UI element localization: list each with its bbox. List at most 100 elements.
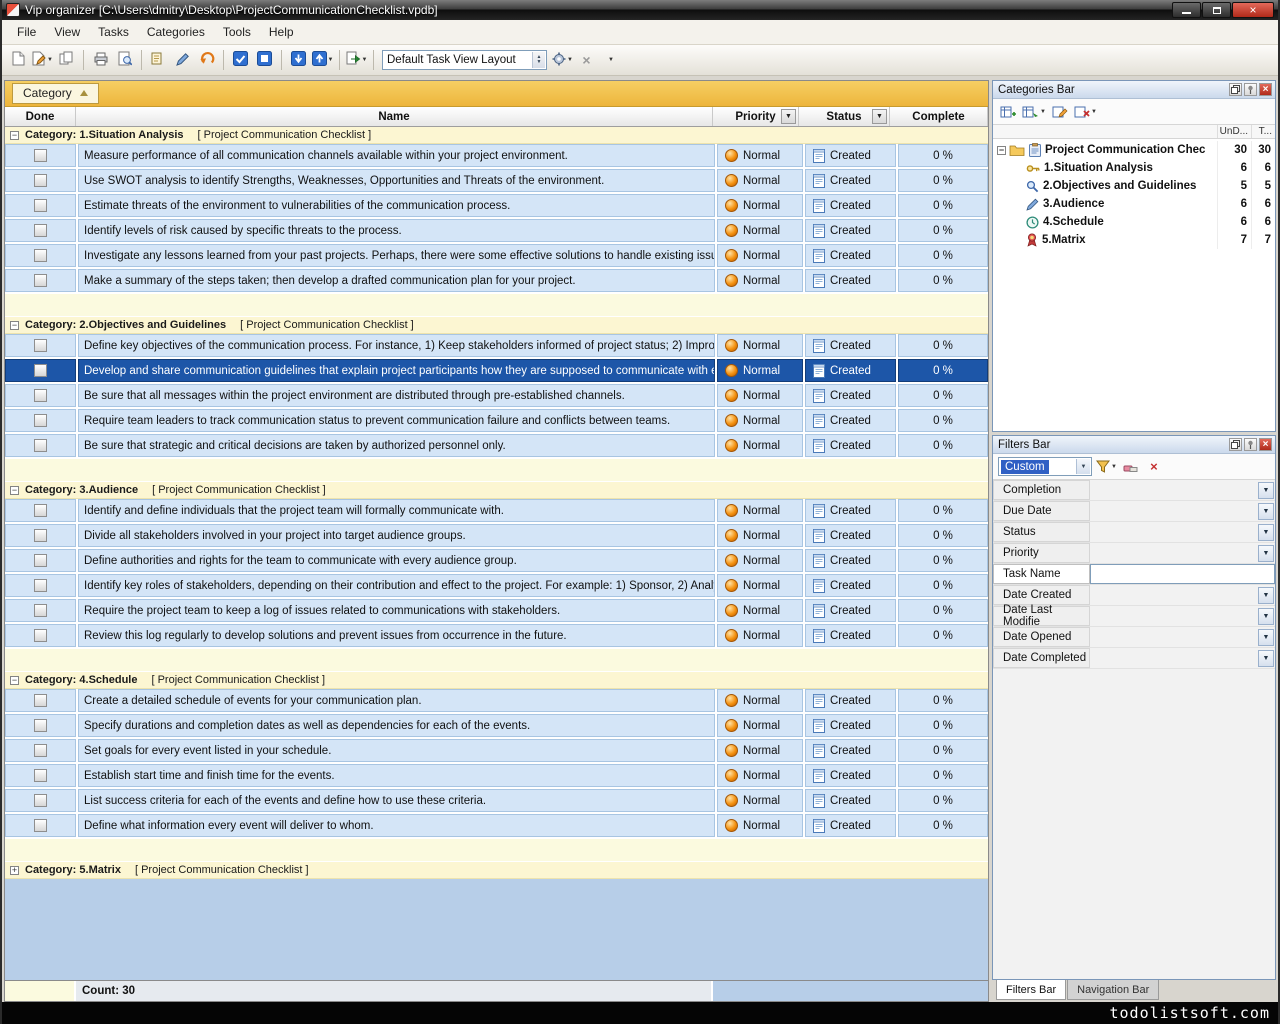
done-checkbox[interactable] <box>34 579 47 592</box>
priority-cell[interactable]: Normal <box>717 689 803 712</box>
done-checkbox[interactable] <box>34 794 47 807</box>
view-settings-button[interactable]: ▼ <box>551 49 574 72</box>
priority-cell[interactable]: Normal <box>717 169 803 192</box>
complete-cell[interactable]: 0 % <box>898 169 988 192</box>
status-cell[interactable]: Created <box>805 194 896 217</box>
chevron-down-icon[interactable]: ▼ <box>1258 545 1274 562</box>
menu-categories[interactable]: Categories <box>138 22 214 42</box>
toolbar-overflow-button[interactable]: ▼ <box>599 49 622 72</box>
category-tree-item[interactable]: 2.Objectives and Guidelines55 <box>993 177 1275 195</box>
done-checkbox[interactable] <box>34 149 47 162</box>
copy-task-button[interactable] <box>147 49 170 72</box>
collapse-icon[interactable]: − <box>10 676 19 685</box>
category-group-header[interactable]: −Category: 2.Objectives and Guidelines[ … <box>5 317 988 334</box>
priority-cell[interactable]: Normal <box>717 599 803 622</box>
task-name-cell[interactable]: Measure performance of all communication… <box>78 144 715 167</box>
column-header-priority[interactable]: Priority ▼ <box>713 107 799 126</box>
category-tree-item[interactable]: 1.Situation Analysis66 <box>993 159 1275 177</box>
filter-value[interactable]: ▼ <box>1090 585 1275 605</box>
column-header-status[interactable]: Status ▼ <box>799 107 890 126</box>
task-name-cell[interactable]: Define key objectives of the communicati… <box>78 334 715 357</box>
status-filter-button[interactable]: ▼ <box>872 109 887 124</box>
complete-cell[interactable]: 0 % <box>898 714 988 737</box>
mark-complete-button[interactable] <box>229 49 252 72</box>
done-checkbox[interactable] <box>34 439 47 452</box>
task-name-cell[interactable]: Define what information every event will… <box>78 814 715 837</box>
status-cell[interactable]: Created <box>805 689 896 712</box>
priority-cell[interactable]: Normal <box>717 624 803 647</box>
filter-row-date-created[interactable]: Date Created▼ <box>993 585 1275 606</box>
task-row[interactable]: Make a summary of the steps taken; then … <box>5 269 988 294</box>
print-preview-button[interactable] <box>113 49 136 72</box>
filter-row-priority[interactable]: Priority ▼ <box>993 543 1275 564</box>
task-row[interactable]: Establish start time and finish time for… <box>5 764 988 789</box>
chevron-down-icon[interactable]: ▼ <box>1258 503 1274 520</box>
collapse-icon[interactable]: − <box>10 131 19 140</box>
remove-filter-button[interactable]: × <box>1144 457 1164 477</box>
status-cell[interactable]: Created <box>805 169 896 192</box>
done-checkbox[interactable] <box>34 719 47 732</box>
category-tree-item[interactable]: 5.Matrix77 <box>993 231 1275 249</box>
add-subcategory-button[interactable]: ▼ <box>1021 102 1047 122</box>
complete-cell[interactable]: 0 % <box>898 194 988 217</box>
menu-view[interactable]: View <box>45 22 89 42</box>
complete-cell[interactable]: 0 % <box>898 499 988 522</box>
priority-cell[interactable]: Normal <box>717 144 803 167</box>
close-panel-button[interactable]: × <box>1259 83 1272 96</box>
filter-row-status[interactable]: Status▼ <box>993 522 1275 543</box>
done-checkbox[interactable] <box>34 174 47 187</box>
task-name-cell[interactable]: Estimate threats of the environment to v… <box>78 194 715 217</box>
done-checkbox[interactable] <box>34 414 47 427</box>
task-row[interactable]: Set goals for every event listed in your… <box>5 739 988 764</box>
filter-label[interactable]: Priority <box>993 543 1090 563</box>
complete-cell[interactable]: 0 % <box>898 244 988 267</box>
filter-label[interactable]: Due Date <box>993 501 1090 521</box>
pin-panel-button[interactable] <box>1244 83 1257 96</box>
task-row[interactable]: Use SWOT analysis to identify Strengths,… <box>5 169 988 194</box>
priority-cell[interactable]: Normal <box>717 434 803 457</box>
chevron-down-icon[interactable]: ▼ <box>1258 608 1274 625</box>
filter-value[interactable]: ▼ <box>1090 543 1275 563</box>
status-cell[interactable]: Created <box>805 624 896 647</box>
priority-cell[interactable]: Normal <box>717 789 803 812</box>
priority-cell[interactable]: Normal <box>717 384 803 407</box>
collapse-icon[interactable]: − <box>997 146 1006 155</box>
category-tree-item[interactable]: 3.Audience66 <box>993 195 1275 213</box>
complete-cell[interactable]: 0 % <box>898 814 988 837</box>
status-cell[interactable]: Created <box>805 244 896 267</box>
priority-cell[interactable]: Normal <box>717 739 803 762</box>
done-checkbox[interactable] <box>34 389 47 402</box>
menu-tools[interactable]: Tools <box>214 22 260 42</box>
status-cell[interactable]: Created <box>805 499 896 522</box>
move-up-button[interactable]: ▼ <box>311 49 334 72</box>
complete-cell[interactable]: 0 % <box>898 269 988 292</box>
tab-navigation-bar[interactable]: Navigation Bar <box>1067 980 1159 1000</box>
category-tree-item[interactable]: 4.Schedule66 <box>993 213 1275 231</box>
filter-value[interactable]: ▼ <box>1090 522 1275 542</box>
task-row[interactable]: Estimate threats of the environment to v… <box>5 194 988 219</box>
task-name-cell[interactable]: Be sure that strategic and critical deci… <box>78 434 715 457</box>
group-by-category-tab[interactable]: Category <box>12 83 99 104</box>
complete-cell[interactable]: 0 % <box>898 434 988 457</box>
task-name-cell[interactable]: Be sure that all messages within the pro… <box>78 384 715 407</box>
filter-row-date-opened[interactable]: Date Opened▼ <box>993 627 1275 648</box>
priority-cell[interactable]: Normal <box>717 219 803 242</box>
filter-label[interactable]: Status <box>993 522 1090 542</box>
tab-filters-bar[interactable]: Filters Bar <box>996 980 1066 1000</box>
done-checkbox[interactable] <box>34 274 47 287</box>
task-name-cell[interactable]: Establish start time and finish time for… <box>78 764 715 787</box>
priority-cell[interactable]: Normal <box>717 714 803 737</box>
filter-row-task-name[interactable]: Task Name <box>993 564 1275 585</box>
filter-label[interactable]: Date Created <box>993 585 1090 605</box>
task-row[interactable]: Develop and share communication guidelin… <box>5 359 988 384</box>
complete-cell[interactable]: 0 % <box>898 359 988 382</box>
status-cell[interactable]: Created <box>805 549 896 572</box>
mark-incomplete-button[interactable] <box>253 49 276 72</box>
priority-cell[interactable]: Normal <box>717 574 803 597</box>
spin-buttons[interactable]: ▲▼ <box>532 52 545 68</box>
priority-cell[interactable]: Normal <box>717 549 803 572</box>
complete-cell[interactable]: 0 % <box>898 524 988 547</box>
close-button[interactable]: × <box>1232 2 1274 18</box>
priority-cell[interactable]: Normal <box>717 359 803 382</box>
status-cell[interactable]: Created <box>805 599 896 622</box>
